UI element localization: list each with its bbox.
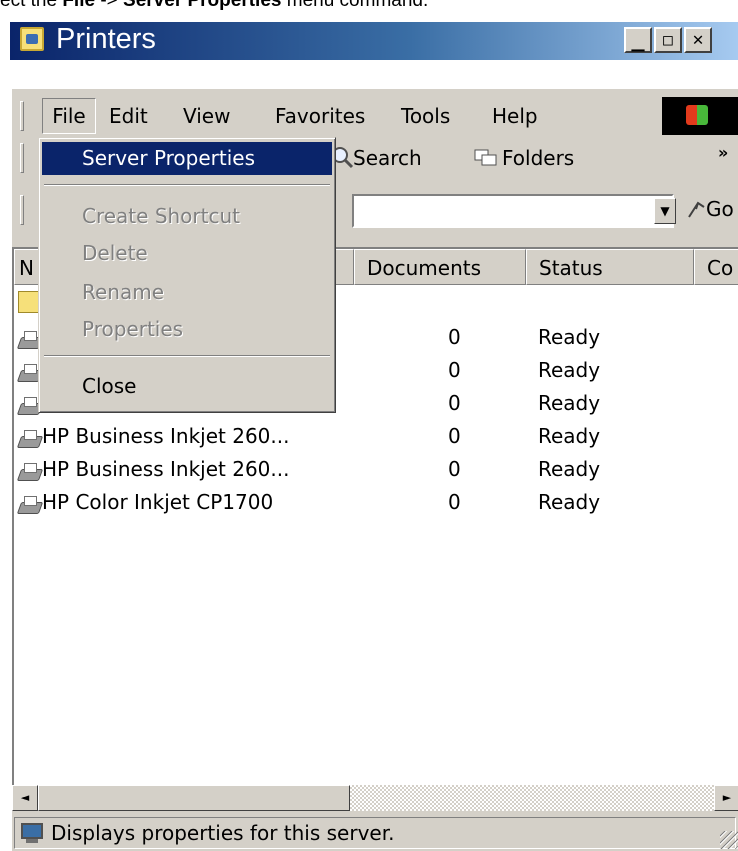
scroll-thumb[interactable]: [38, 785, 350, 811]
instruction-suffix: menu command.: [281, 0, 429, 11]
status-bar: Displays properties for this server.: [12, 813, 738, 851]
close-button[interactable]: ✕: [684, 27, 712, 53]
address-dropdown-button[interactable]: ▼: [654, 198, 676, 224]
printer-status: Ready: [538, 424, 601, 448]
column-header-status[interactable]: Status: [526, 249, 694, 285]
menu-file[interactable]: File: [42, 98, 96, 134]
printer-status: Ready: [538, 490, 601, 514]
go-arrow-icon[interactable]: [686, 197, 708, 221]
folders-icon[interactable]: [474, 147, 498, 167]
menubar-grip[interactable]: [20, 101, 24, 131]
printer-name: HP Color Inkjet CP1700: [42, 490, 274, 514]
toolbar-chevron[interactable]: »: [718, 143, 728, 162]
address-input[interactable]: ▼: [352, 194, 676, 228]
maximize-button[interactable]: □: [654, 27, 682, 53]
printer-icon: [18, 462, 40, 481]
printer-documents: 0: [448, 325, 461, 349]
menu-view[interactable]: View: [183, 99, 230, 133]
title-bar[interactable]: Printers _ □ ✕: [10, 22, 738, 60]
printer-status: Ready: [538, 457, 601, 481]
toolbar-grip[interactable]: [20, 143, 24, 173]
printer-icon: [18, 429, 40, 448]
window-title: Printers: [56, 23, 156, 55]
default-printer-icon: [18, 363, 40, 382]
file-menu: Server Properties Create Shortcut Delete…: [38, 137, 336, 413]
printer-icon: [18, 396, 40, 415]
column-header-comments[interactable]: Co: [694, 249, 738, 285]
computer-icon: [21, 823, 43, 843]
menu-separator: [44, 184, 330, 186]
menu-item-delete[interactable]: Delete: [42, 237, 332, 270]
search-button[interactable]: Search: [353, 146, 422, 170]
instruction-prefix: ect the: [0, 0, 63, 11]
printer-documents: 0: [448, 490, 461, 514]
scroll-track[interactable]: [350, 785, 714, 811]
printer-status: Ready: [538, 325, 601, 349]
resize-grip[interactable]: [720, 831, 738, 849]
instruction-text: ect the File -> Server Properties menu c…: [0, 0, 738, 12]
printer-documents: 0: [448, 457, 461, 481]
menu-favorites[interactable]: Favorites: [275, 99, 365, 133]
printer-documents: 0: [448, 391, 461, 415]
menu-edit[interactable]: Edit: [109, 99, 148, 133]
printer-icon: [18, 330, 40, 349]
go-button[interactable]: Go: [706, 197, 734, 221]
menu-item-close[interactable]: Close: [42, 370, 332, 403]
windows-logo-icon: [662, 97, 738, 135]
menu-item-properties[interactable]: Properties: [42, 313, 332, 346]
printer-status: Ready: [538, 358, 601, 382]
list-item[interactable]: HP Business Inkjet 260...: [18, 420, 289, 453]
list-item[interactable]: HP Color Inkjet CP1700: [18, 486, 273, 519]
status-field: Displays properties for this server.: [14, 817, 736, 849]
column-header-documents[interactable]: Documents: [354, 249, 526, 285]
printer-icon: [18, 495, 40, 514]
printer-documents: 0: [448, 424, 461, 448]
menu-help[interactable]: Help: [492, 99, 538, 133]
instruction-arrow: ->: [95, 0, 124, 11]
menu-item-rename[interactable]: Rename: [42, 276, 332, 309]
addressbar-grip[interactable]: [20, 195, 24, 225]
menu-item-create-shortcut[interactable]: Create Shortcut: [42, 200, 332, 233]
menu-separator: [44, 355, 330, 357]
menu-item-server-properties[interactable]: Server Properties: [42, 142, 332, 175]
printer-name: HP Business Inkjet 260...: [42, 457, 290, 481]
scroll-left-button[interactable]: ◄: [12, 785, 38, 811]
menu-tools[interactable]: Tools: [401, 99, 450, 133]
minimize-button[interactable]: _: [624, 27, 652, 53]
folders-button[interactable]: Folders: [502, 146, 574, 170]
horizontal-scrollbar[interactable]: ◄ ►: [12, 785, 738, 811]
list-item[interactable]: HP Business Inkjet 260...: [18, 453, 289, 486]
printer-name: HP Business Inkjet 260...: [42, 424, 290, 448]
scroll-right-button[interactable]: ►: [714, 785, 738, 811]
status-text: Displays properties for this server.: [51, 821, 395, 845]
printers-folder-icon[interactable]: [20, 27, 44, 51]
printer-documents: 0: [448, 358, 461, 382]
printer-status: Ready: [538, 391, 601, 415]
instruction-file: File: [62, 0, 96, 11]
instruction-server-properties: Server Properties: [123, 0, 282, 11]
